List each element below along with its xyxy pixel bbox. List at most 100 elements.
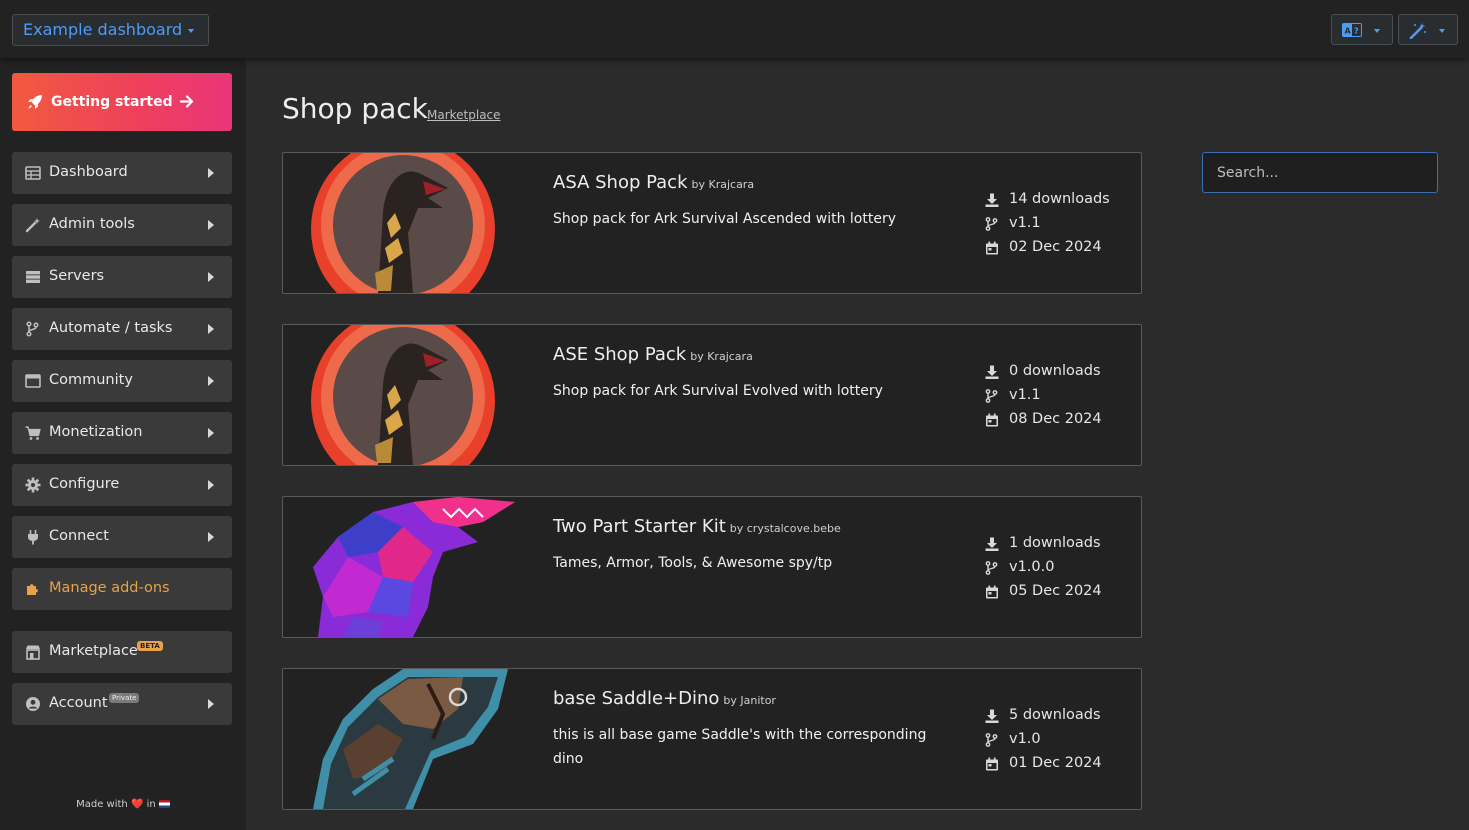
card-title: base Saddle+Dino by Janitor [553,688,776,709]
card-title-text: ASA Shop Pack [553,172,688,193]
sidebar-item-connect[interactable]: Connect [12,516,232,558]
sidebar-item-configure[interactable]: Configure [12,464,232,506]
calendar-icon [986,413,998,427]
card-title: ASA Shop Pack by Krajcara [553,172,754,193]
addon-card-base-saddle-dino[interactable]: base Saddle+Dino by Janitor this is all b… [282,668,1142,810]
gear-icon [25,477,41,493]
card-author: by Krajcara [691,178,755,191]
sidebar-item-label: Automate / tasks [49,320,173,336]
branch-icon [985,733,998,747]
dashboard-selector[interactable]: Example dashboard [12,14,209,46]
magic-wand-icon [25,218,40,233]
svg-text:A: A [1345,27,1352,36]
theme-button[interactable] [1398,14,1458,45]
addon-card-asa-shop-pack[interactable]: ASA Shop Pack by Krajcara Shop pack for A… [282,152,1142,294]
dinosaur-thumbnail-icon [283,153,515,293]
user-circle-icon [26,697,40,711]
sidebar-item-dashboard[interactable]: Dashboard [12,152,232,194]
magic-wand-icon [1409,23,1426,39]
sidebar-item-label: Monetization [49,424,143,440]
top-bar: Example dashboard A ? [0,0,1469,58]
card-author: by Janitor [723,694,776,707]
arrow-right-icon [180,95,194,108]
caret-right-icon [208,324,214,334]
server-icon [26,271,40,283]
puzzle-icon [27,584,38,595]
card-title: ASE Shop Pack by Krajcara [553,344,753,365]
sidebar: Getting started Dashboard Admin tools Se… [0,58,246,830]
dinosaur-thumbnail-icon [283,497,515,637]
table-icon [25,166,41,180]
card-description: Shop pack for Ark Survival Evolved with … [553,383,883,399]
card-description: Tames, Armor, Tools, & Awesome spy/tp [553,555,833,571]
footer-credit: Made with ❤️ in [0,799,246,810]
sidebar-item-label: Community [49,372,133,388]
caret-down-icon [1374,29,1380,33]
caret-right-icon [208,699,214,709]
caret-down-icon [188,29,194,33]
sidebar-item-label: Manage add-ons [49,580,170,596]
sidebar-item-marketplace[interactable]: Marketplace BETA [12,631,232,673]
caret-right-icon [208,272,214,282]
sidebar-item-account[interactable]: Account Private [12,683,232,725]
sidebar-item-community[interactable]: Community [12,360,232,402]
card-author: by crystalcove.bebe [729,522,841,535]
download-icon [985,193,999,207]
caret-right-icon [208,480,214,490]
calendar-icon [986,585,998,599]
sidebar-item-manage-add-ons[interactable]: Manage add-ons [12,568,232,610]
download-icon [985,709,999,723]
plug-icon [28,530,38,545]
card-title-text: Two Part Starter Kit [553,516,726,537]
calendar-icon [986,757,998,771]
search-input[interactable] [1202,152,1438,193]
made-with-text: Made with [76,799,128,810]
getting-started-label: Getting started [51,94,173,110]
caret-right-icon [208,220,214,230]
download-icon [985,365,999,379]
marketplace-link[interactable]: Marketplace [427,108,501,122]
sidebar-item-admin-tools[interactable]: Admin tools [12,204,232,246]
in-text: in [146,799,156,810]
heart-icon: ❤️ [130,799,144,810]
branch-icon [26,321,39,337]
caret-right-icon [208,168,214,178]
dinosaur-thumbnail-icon [283,325,515,465]
card-title-text: ASE Shop Pack [553,344,687,365]
svg-text:?: ? [1354,27,1359,36]
page-title: Shop pack [282,92,428,125]
private-badge: Private [109,693,140,703]
getting-started-button[interactable]: Getting started [12,73,232,131]
addon-card-two-part-starter-kit[interactable]: Two Part Starter Kit by crystalcove.bebe … [282,496,1142,638]
card-author: by Krajcara [690,350,753,363]
sidebar-item-servers[interactable]: Servers [12,256,232,298]
caret-right-icon [208,532,214,542]
beta-badge: BETA [137,641,163,651]
card-title-text: base Saddle+Dino [553,688,720,709]
sidebar-item-monetization[interactable]: Monetization [12,412,232,454]
saddle-thumbnail-icon [283,669,515,809]
card-description: Shop pack for Ark Survival Ascended with… [553,211,896,227]
card-title: Two Part Starter Kit by crystalcove.bebe [553,516,841,537]
addon-card-ase-shop-pack[interactable]: ASE Shop Pack by Krajcara Shop pack for A… [282,324,1142,466]
download-icon [985,537,999,551]
caret-right-icon [208,428,214,438]
window-icon [25,374,41,388]
branch-icon [985,561,998,575]
cart-icon [25,426,41,440]
sidebar-item-label: Admin tools [49,216,135,232]
sidebar-item-automate-tasks[interactable]: Automate / tasks [12,308,232,350]
calendar-icon [986,241,998,255]
dashboard-selector-label: Example dashboard [23,20,183,39]
sidebar-item-label: Marketplace [49,643,138,659]
language-button[interactable]: A ? [1331,14,1393,45]
branch-icon [985,217,998,231]
store-icon [26,645,40,660]
caret-down-icon [1439,29,1445,33]
flag-icon [158,800,170,808]
sidebar-item-label: Dashboard [49,164,128,180]
rocket-icon [28,95,42,109]
sidebar-item-label: Servers [49,268,105,284]
translate-icon: A ? [1342,23,1362,37]
sidebar-item-label: Account [49,695,108,711]
